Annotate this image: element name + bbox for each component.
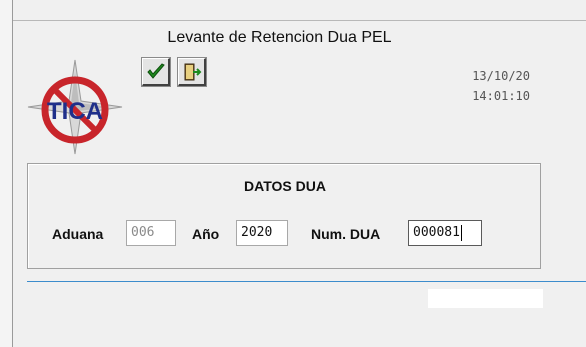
checkmark-icon <box>146 62 165 79</box>
date-text: 13/10/20 <box>472 69 530 83</box>
group-title: DATOS DUA <box>244 178 326 194</box>
anio-field[interactable]: 2020 <box>236 220 288 246</box>
window-title: Levante de Retencion Dua PEL <box>167 29 392 46</box>
window-title-bar: Levante de Retencion Dua PEL <box>13 20 586 55</box>
accept-button[interactable] <box>141 57 171 87</box>
num-dua-label: Num. DUA <box>311 226 381 242</box>
aduana-label: Aduana <box>52 226 104 242</box>
exit-door-icon <box>184 63 201 80</box>
separator-line <box>27 281 586 282</box>
tica-logo: TICA <box>27 59 123 155</box>
num-dua-field[interactable]: 000081 <box>408 220 482 246</box>
window-left-edge <box>0 0 13 347</box>
datos-dua-group: DATOS DUA Aduana 006 Año 2020 Num. DUA 0… <box>27 163 541 269</box>
aduana-field[interactable]: 006 <box>126 220 176 246</box>
time-text: 14:01:10 <box>472 89 530 103</box>
logo-text: TICA <box>47 98 103 125</box>
app-window: Levante de Retencion Dua PEL TICA 13/10/… <box>0 0 586 347</box>
status-field <box>428 289 543 308</box>
datetime-display: 13/10/20 14:01:10 <box>472 66 530 106</box>
num-dua-value: 000081 <box>413 225 460 240</box>
exit-button[interactable] <box>177 57 207 87</box>
text-caret <box>460 224 462 241</box>
anio-label: Año <box>192 226 220 242</box>
